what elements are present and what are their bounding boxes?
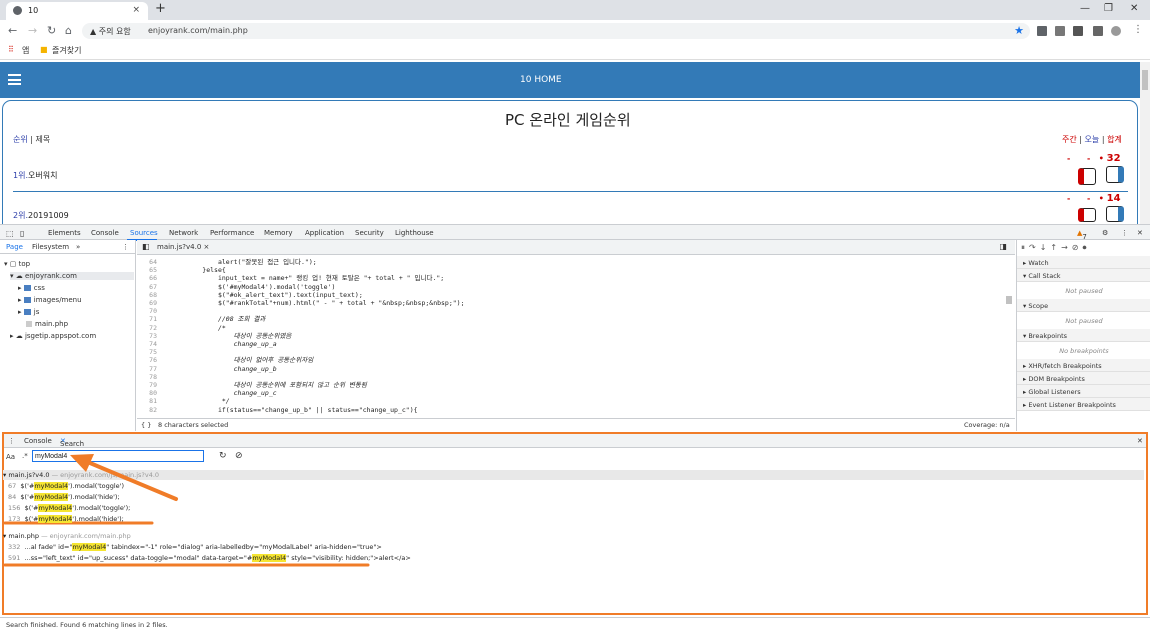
result-suffix: ').modal('toggle') [68,482,124,490]
result-suffix: ').modal('toggle'); [72,504,131,512]
result-match: myModal4 [34,493,69,501]
result-match: myModal4 [38,515,73,523]
result-line-number: 173 [8,515,21,523]
result-match: myModal4 [72,543,107,551]
result-prefix: $('# [24,515,39,523]
result-suffix: ').modal('hide'); [72,515,124,523]
result-prefix: ...ss="left_text" id="up_sucess" data-to… [24,554,253,562]
search-result-row[interactable]: 591 ...ss="left_text" id="up_sucess" dat… [8,554,411,562]
result-prefix: $('# [20,482,35,490]
result-prefix: $('# [24,504,39,512]
result-line-number: 332 [8,543,21,551]
result-suffix: " tabindex="-1" role="dialog" aria-label… [106,543,382,551]
result-line-number: 156 [8,504,21,512]
search-result-row[interactable]: 332 ...al fade" id="myModal4" tabindex="… [8,543,382,551]
search-result-row[interactable]: 84 $('#myModal4').modal('hide'); [8,493,120,501]
search-result-row[interactable]: 173 $('#myModal4').modal('hide'); [8,515,124,523]
result-line-number: 591 [8,554,21,562]
result-prefix: ...al fade" id=" [24,543,73,551]
search-result-row[interactable]: 67 $('#myModal4').modal('toggle') [8,482,124,490]
result-suffix: " style="visibility: hidden;">alert</a> [286,554,411,562]
result-prefix: $('# [20,493,35,501]
result-match: myModal4 [34,482,69,490]
result-match: myModal4 [252,554,287,562]
result-match: myModal4 [38,504,73,512]
annotation-overlay [3,454,370,567]
result-suffix: ').modal('hide'); [68,493,120,501]
search-result-row[interactable]: 156 $('#myModal4').modal('toggle'); [8,504,130,512]
